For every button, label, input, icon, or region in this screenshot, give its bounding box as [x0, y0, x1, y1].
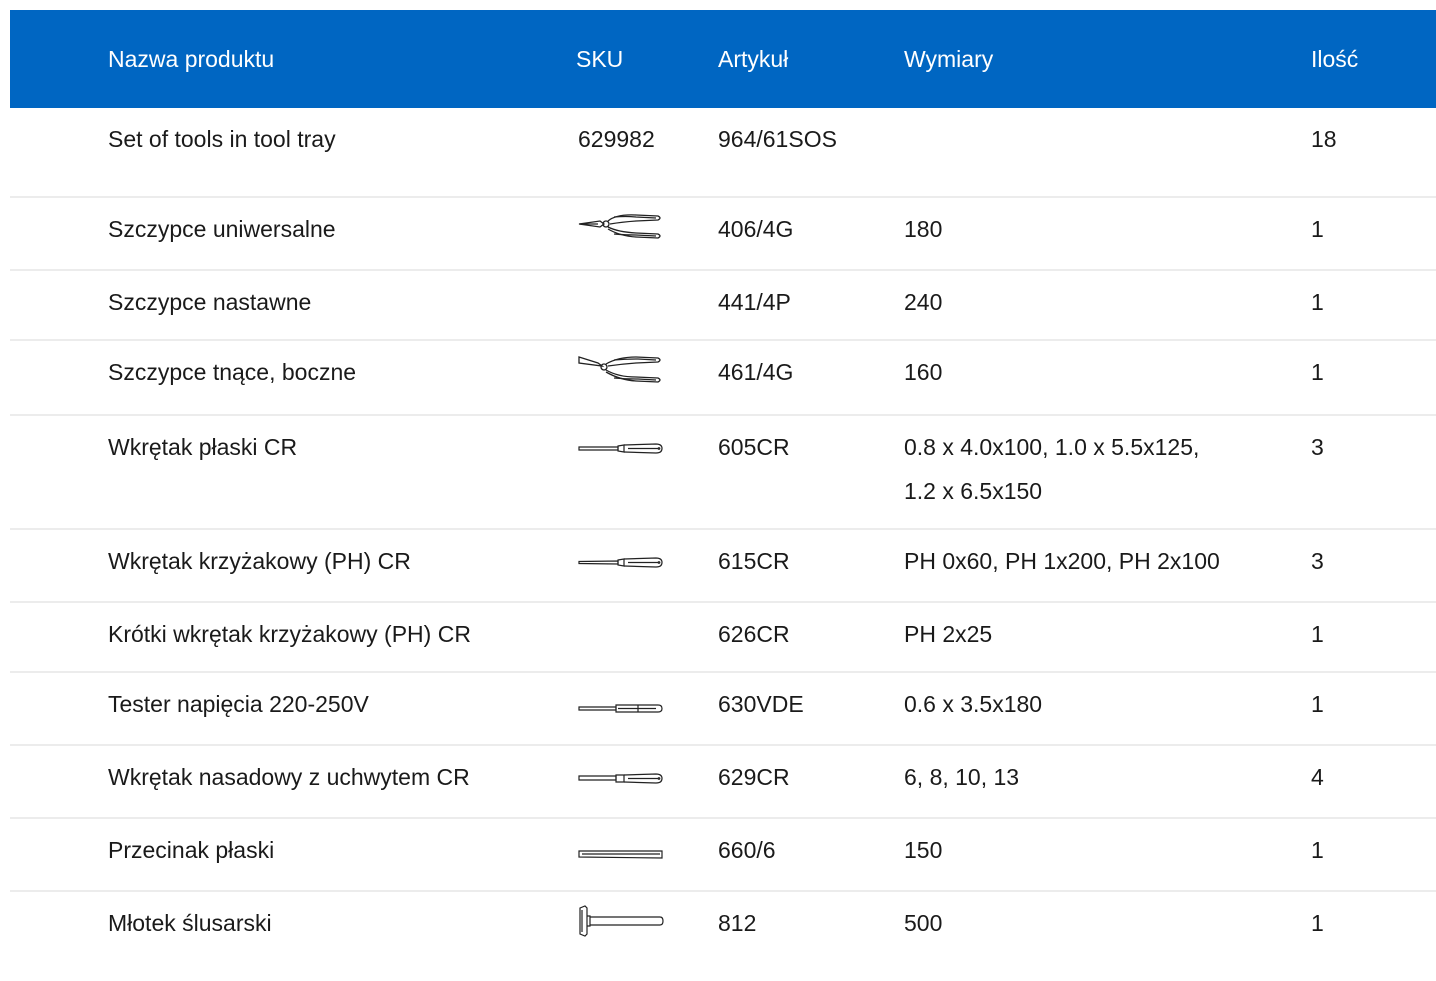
nut-driver-icon — [578, 758, 718, 802]
sku-cell: 629982 — [576, 108, 718, 197]
product-name: Wkrętak nasadowy z uchwytem CR — [108, 764, 470, 790]
phillips-screwdriver-icon — [578, 542, 718, 586]
article-number: 812 — [718, 910, 757, 936]
article-number: 629CR — [718, 764, 790, 790]
flat-screwdriver-icon — [578, 428, 718, 472]
table-row: Szczypce nastawne 441/4P 240 1 — [10, 270, 1436, 340]
dimensions — [904, 108, 1311, 197]
table-row: Wkrętak nasadowy z uchwytem CR 629CR 6, … — [10, 745, 1436, 818]
voltage-tester-icon — [578, 685, 718, 729]
hammer-icon — [578, 904, 718, 952]
sku-cell — [576, 745, 718, 818]
table-body: Set of tools in tool tray 629982 964/61S… — [10, 108, 1436, 967]
header-article: Artykuł — [718, 45, 789, 72]
sku-cell — [576, 415, 718, 529]
article-number: 441/4P — [718, 289, 791, 315]
header-name: Nazwa produktu — [108, 45, 275, 72]
table-row: Tester napięcia 220-250V 630VDE 0.6 x 3.… — [10, 672, 1436, 745]
table-row: Szczypce uniwersalne 406/4G 180 1 — [10, 197, 1436, 270]
product-name: Przecinak płaski — [108, 837, 275, 863]
table-header: Nazwa produktu SKU Artykuł Wymiary Ilość — [10, 10, 1436, 108]
quantity: 1 — [1311, 289, 1324, 315]
quantity: 1 — [1311, 621, 1324, 647]
quantity: 1 — [1311, 359, 1324, 385]
table-row: Wkrętak krzyżakowy (PH) CR 615CR PH 0x60… — [10, 529, 1436, 602]
product-name: Wkrętak krzyżakowy (PH) CR — [108, 548, 411, 574]
quantity: 1 — [1311, 216, 1324, 242]
table-row: Szczypce tnące, boczne 461/4G 160 1 — [10, 340, 1436, 415]
sku-cell — [576, 818, 718, 891]
sku-cell — [576, 270, 718, 340]
table-row: Młotek ślusarski 812 500 1 — [10, 891, 1436, 967]
quantity: 4 — [1311, 764, 1324, 790]
sku-cell — [576, 197, 718, 270]
dimensions: 0.8 x 4.0x100, 1.0 x 5.5x125, 1.2 x 6.5x… — [904, 434, 1200, 504]
product-name: Szczypce nastawne — [108, 289, 312, 315]
sku-cell — [576, 891, 718, 967]
article-number: 630VDE — [718, 691, 804, 717]
dimensions: PH 2x25 — [904, 621, 993, 647]
flat-chisel-icon — [578, 831, 718, 875]
sku-value: 629982 — [578, 126, 655, 152]
quantity: 18 — [1311, 126, 1337, 152]
sku-cell — [576, 602, 718, 672]
table-row: Set of tools in tool tray 629982 964/61S… — [10, 108, 1436, 197]
sku-cell — [576, 529, 718, 602]
product-table-container: Nazwa produktu SKU Artykuł Wymiary Ilość… — [10, 10, 1436, 967]
product-name: Młotek ślusarski — [108, 910, 272, 936]
table-row: Przecinak płaski 660/6 150 1 — [10, 818, 1436, 891]
sku-cell — [576, 672, 718, 745]
header-quantity: Ilość — [1311, 45, 1359, 72]
article-number: 406/4G — [718, 216, 794, 242]
product-table: Nazwa produktu SKU Artykuł Wymiary Ilość… — [10, 10, 1436, 967]
dimensions: 6, 8, 10, 13 — [904, 764, 1020, 790]
product-name: Szczypce uniwersalne — [108, 216, 336, 242]
product-name: Set of tools in tool tray — [108, 126, 336, 152]
quantity: 1 — [1311, 910, 1324, 936]
table-row: Wkrętak płaski CR 605CR 0.8 x 4.0x100, 1… — [10, 415, 1436, 529]
header-dimensions: Wymiary — [904, 45, 994, 72]
quantity: 3 — [1311, 548, 1324, 574]
dimensions: 150 — [904, 837, 943, 863]
product-name: Wkrętak płaski CR — [108, 434, 298, 460]
dimensions: 0.6 x 3.5x180 — [904, 691, 1043, 717]
dimensions: PH 0x60, PH 1x200, PH 2x100 — [904, 548, 1220, 574]
article-number: 605CR — [718, 434, 790, 460]
dimensions: 180 — [904, 216, 943, 242]
combination-pliers-icon — [578, 210, 718, 254]
article-number: 461/4G — [718, 359, 794, 385]
sku-cell — [576, 340, 718, 415]
quantity: 3 — [1311, 434, 1324, 460]
product-name: Tester napięcia 220-250V — [108, 691, 369, 717]
article-number: 615CR — [718, 548, 790, 574]
dimensions: 240 — [904, 289, 943, 315]
side-cutters-icon — [578, 353, 718, 399]
table-row: Krótki wkrętak krzyżakowy (PH) CR 626CR … — [10, 602, 1436, 672]
quantity: 1 — [1311, 837, 1324, 863]
product-name: Krótki wkrętak krzyżakowy (PH) CR — [108, 621, 471, 647]
product-name: Szczypce tnące, boczne — [108, 359, 357, 385]
article-number: 660/6 — [718, 837, 776, 863]
header-sku: SKU — [576, 45, 624, 72]
dimensions: 500 — [904, 910, 943, 936]
article-number: 626CR — [718, 621, 790, 647]
dimensions: 160 — [904, 359, 943, 385]
header-row: Nazwa produktu SKU Artykuł Wymiary Ilość — [10, 10, 1436, 108]
article-number: 964/61SOS — [718, 126, 837, 152]
quantity: 1 — [1311, 691, 1324, 717]
